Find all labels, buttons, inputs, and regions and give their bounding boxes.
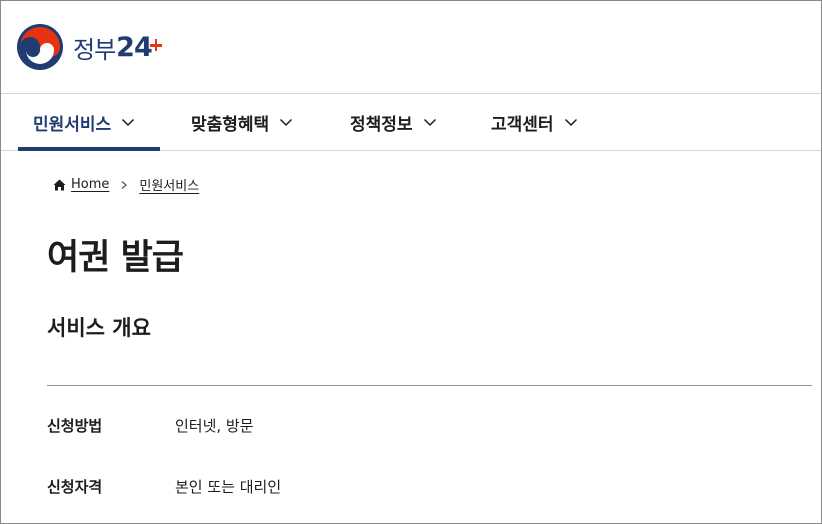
overview-label: 신청자격 xyxy=(47,478,103,496)
nav-item-label: 고객센터 xyxy=(491,114,554,135)
section-divider xyxy=(47,385,812,386)
section-title: 서비스 개요 xyxy=(47,316,151,340)
breadcrumb-current-link[interactable]: 민원서비스 xyxy=(139,175,199,194)
chevron-down-icon xyxy=(122,118,135,127)
site-logo[interactable]: 정부 24 xyxy=(16,23,162,71)
breadcrumb: Home 민원서비스 xyxy=(53,175,199,194)
nav-item-custom-benefits[interactable]: 맞춤형혜택 xyxy=(191,94,293,150)
nav-item-policy-info[interactable]: 정책정보 xyxy=(350,94,437,150)
nav-item-label: 정책정보 xyxy=(350,114,413,135)
browser-frame: 정부 24 민원서비스 맞춤형혜택 정책정보 고객센터 Home 민원서비스 여… xyxy=(0,0,822,524)
chevron-down-icon xyxy=(564,118,577,127)
logo-number: 24 xyxy=(116,31,153,63)
main-nav: 민원서비스 맞춤형혜택 정책정보 고객센터 xyxy=(1,94,821,151)
logo-plus-icon xyxy=(149,39,162,51)
overview-value: 인터넷, 방문 xyxy=(175,417,254,435)
chevron-down-icon xyxy=(280,118,293,127)
nav-item-civil-services[interactable]: 민원서비스 xyxy=(18,94,160,151)
nav-item-label: 민원서비스 xyxy=(33,114,112,135)
overview-label: 신청방법 xyxy=(47,417,103,435)
breadcrumb-home-link[interactable]: Home xyxy=(71,177,109,192)
chevron-down-icon xyxy=(423,118,436,127)
logo-text: 정부 xyxy=(73,35,116,64)
home-icon xyxy=(53,179,66,190)
overview-row-eligibility: 신청자격 본인 또는 대리인 xyxy=(47,476,281,497)
site-header: 정부 24 xyxy=(1,1,821,94)
nav-item-label: 맞춤형혜택 xyxy=(191,114,270,135)
chevron-right-icon xyxy=(121,180,128,189)
overview-row-method: 신청방법 인터넷, 방문 xyxy=(47,415,254,436)
page-title: 여권 발급 xyxy=(47,238,184,278)
taegeuk-logo-icon xyxy=(17,24,63,70)
nav-item-customer-center[interactable]: 고객센터 xyxy=(491,94,578,150)
overview-value: 본인 또는 대리인 xyxy=(175,478,282,496)
